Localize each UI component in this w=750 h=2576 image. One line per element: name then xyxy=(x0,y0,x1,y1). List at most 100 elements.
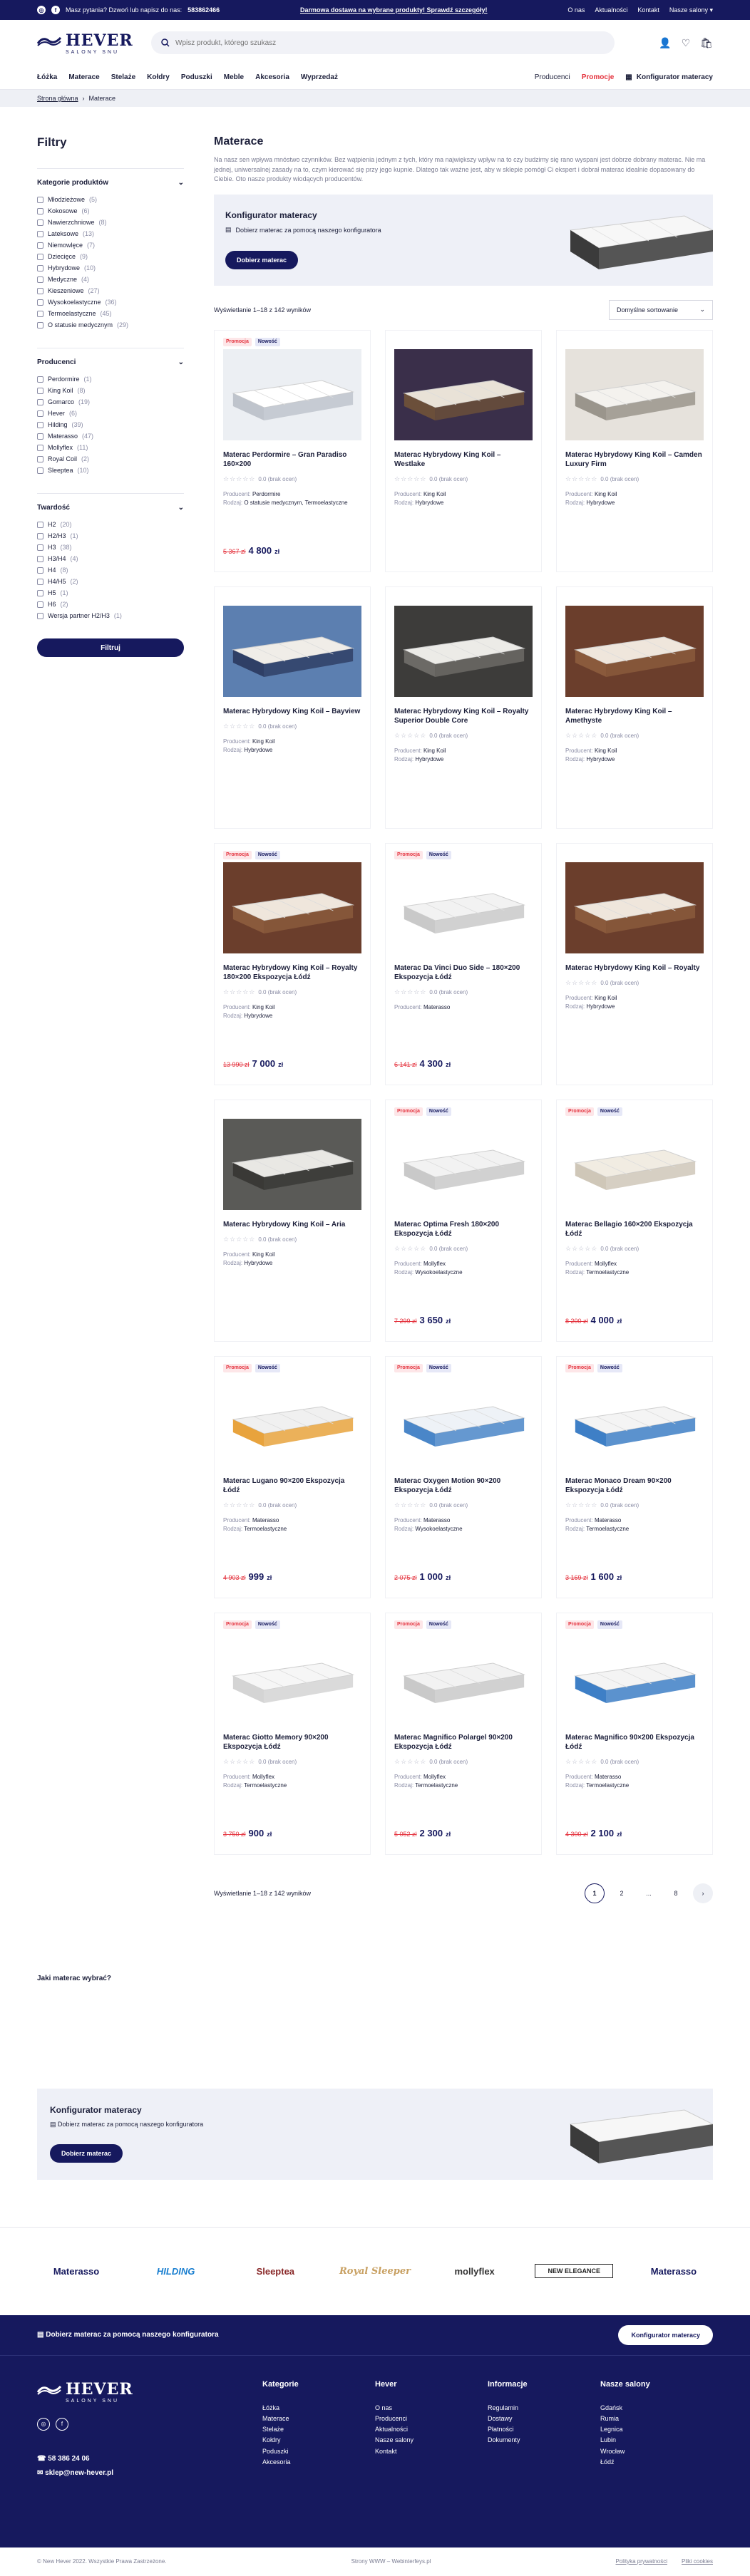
filter-group-header[interactable]: Twardość ⌄ xyxy=(37,504,184,512)
checkbox[interactable] xyxy=(37,410,43,417)
product-image[interactable] xyxy=(394,348,533,440)
product-card[interactable]: Promocja Nowość Materac Hybrydowy King Ko… xyxy=(214,842,371,1085)
nav-item-accessories[interactable]: Akcesoria xyxy=(255,73,289,81)
brand-logo[interactable]: HILDING xyxy=(137,2266,215,2277)
product-image[interactable] xyxy=(394,1375,533,1467)
checkbox[interactable] xyxy=(37,567,43,574)
filter-option[interactable]: H6 (2) xyxy=(37,599,184,610)
product-name[interactable]: Materac Perdormire – Gran Paradiso 160×2… xyxy=(223,450,361,470)
product-name[interactable]: Materac Oxygen Motion 90×200 Ekspozycja … xyxy=(394,1476,533,1496)
cookies-link[interactable]: Pliki cookies xyxy=(682,2558,713,2565)
sort-select[interactable]: Domyślne sortowanie ⌄ xyxy=(609,299,713,320)
nav-item-frames[interactable]: Stelaże xyxy=(111,73,135,81)
product-name[interactable]: Materac Hybrydowy King Koil – Royalty Su… xyxy=(394,707,533,726)
filter-option[interactable]: Royal Coil (2) xyxy=(37,453,184,465)
footer-link[interactable]: Lubin xyxy=(600,2435,713,2446)
filter-option[interactable]: King Koil (8) xyxy=(37,385,184,396)
facebook-icon[interactable]: f xyxy=(56,2417,68,2431)
cart-icon[interactable]: 🛍 xyxy=(700,37,713,49)
product-name[interactable]: Materac Bellagio 160×200 Ekspozycja Łódź xyxy=(565,1220,704,1239)
product-image[interactable] xyxy=(223,862,361,953)
footer-link[interactable]: Materace xyxy=(262,2414,375,2424)
brand-logo[interactable]: Materasso xyxy=(635,2266,713,2277)
checkbox[interactable] xyxy=(37,601,43,608)
filter-option[interactable]: H3 (38) xyxy=(37,542,184,553)
filter-option[interactable]: H4 (8) xyxy=(37,564,184,576)
product-name[interactable]: Materac Hybrydowy King Koil – Camden Lux… xyxy=(565,450,704,470)
footer-link[interactable]: Dostawy xyxy=(488,2414,600,2424)
nav-configurator[interactable]: ▦ Konfigurator materacy xyxy=(625,73,713,81)
filter-option[interactable]: Perdormire (1) xyxy=(37,373,184,385)
footer-link[interactable]: Łódź xyxy=(600,2457,713,2468)
footer-link[interactable]: Gdańsk xyxy=(600,2403,713,2414)
product-image[interactable] xyxy=(565,1631,704,1723)
checkbox[interactable] xyxy=(37,433,43,440)
product-name[interactable]: Materac Hybrydowy King Koil – Amethyste xyxy=(565,707,704,726)
checkbox[interactable] xyxy=(37,219,43,226)
footer-link[interactable]: Wrocław xyxy=(600,2446,713,2457)
product-card[interactable]: Promocja Nowość Materac Da Vinci Duo Side… xyxy=(385,842,542,1085)
brand-logo[interactable]: NEW ELEGANCE xyxy=(535,2264,614,2278)
filter-option[interactable]: Niemowlęce (7) xyxy=(37,239,184,251)
footer-link[interactable]: Nasze salony xyxy=(375,2435,488,2446)
product-card[interactable]: Materac Hybrydowy King Koil – Aria ☆☆☆☆☆ 0… xyxy=(214,1099,371,1342)
footer-logo[interactable]: HEVER SALONY SNU xyxy=(37,2380,133,2404)
product-name[interactable]: Materac Da Vinci Duo Side – 180×200 Eksp… xyxy=(394,963,533,983)
instagram-icon[interactable]: ◎ xyxy=(37,6,46,14)
footer-link[interactable]: Rumia xyxy=(600,2414,713,2424)
footer-link[interactable]: Dokumenty xyxy=(488,2435,600,2446)
checkbox[interactable] xyxy=(37,321,43,329)
checkbox[interactable] xyxy=(37,287,43,294)
checkbox[interactable] xyxy=(37,230,43,237)
product-card[interactable]: Materac Hybrydowy King Koil – Royalty ☆☆☆… xyxy=(556,842,713,1085)
footer-phone[interactable]: ☎ 58 386 24 06 xyxy=(37,2452,262,2466)
checkbox[interactable] xyxy=(37,555,43,562)
filter-button[interactable]: Filtruj xyxy=(37,638,184,657)
brand-logo[interactable]: mollyflex xyxy=(436,2266,514,2277)
filter-option[interactable]: Mollyflex (11) xyxy=(37,442,184,453)
choose-mattress-button[interactable]: Dobierz materac xyxy=(50,2144,123,2163)
brand-logo[interactable]: Sleeptea xyxy=(236,2266,314,2277)
brand-logo[interactable]: Materasso xyxy=(37,2266,115,2277)
checkbox[interactable] xyxy=(37,276,43,283)
product-name[interactable]: Materac Giotto Memory 90×200 Ekspozycja … xyxy=(223,1733,361,1752)
product-name[interactable]: Materac Hybrydowy King Koil – Bayview xyxy=(223,707,361,717)
checkbox[interactable] xyxy=(37,253,43,260)
search-input[interactable] xyxy=(175,38,605,47)
footer-link[interactable]: Aktualności xyxy=(375,2424,488,2435)
privacy-link[interactable]: Polityka prywatności xyxy=(616,2558,667,2565)
footer-link[interactable]: Stelaże xyxy=(262,2424,375,2435)
checkbox[interactable] xyxy=(37,612,43,619)
filter-option[interactable]: Materasso (47) xyxy=(37,430,184,442)
search-icon[interactable] xyxy=(161,38,170,47)
page-1[interactable]: 1 xyxy=(585,1883,605,1903)
nav-item-pillows[interactable]: Poduszki xyxy=(181,73,212,81)
logo[interactable]: HEVER SALONY SNU xyxy=(37,31,133,55)
product-card[interactable]: Materac Hybrydowy King Koil – Camden Lux… xyxy=(556,329,713,572)
filter-option[interactable]: Wersja partner H2/H3 (1) xyxy=(37,610,184,621)
filter-option[interactable]: Medyczne (4) xyxy=(37,274,184,285)
footer-link[interactable]: Poduszki xyxy=(262,2446,375,2457)
checkbox[interactable] xyxy=(37,196,43,203)
facebook-icon[interactable]: f xyxy=(51,6,60,14)
choose-mattress-button[interactable]: Dobierz materac xyxy=(225,251,299,269)
checkbox[interactable] xyxy=(37,299,43,306)
salons-dropdown[interactable]: Nasze salony ▾ xyxy=(669,6,713,14)
filter-option[interactable]: H2/H3 (1) xyxy=(37,530,184,542)
nav-item-mattresses[interactable]: Materace xyxy=(68,73,99,81)
product-card[interactable]: Promocja Nowość Materac Magnifico Polarge… xyxy=(385,1612,542,1855)
footer-link[interactable]: Płatności xyxy=(488,2424,600,2435)
checkbox[interactable] xyxy=(37,544,43,551)
product-card[interactable]: Promocja Nowość Materac Monaco Dream 90×2… xyxy=(556,1355,713,1598)
filter-option[interactable]: Hever (6) xyxy=(37,408,184,419)
product-card[interactable]: Promocja Nowość Materac Magnifico 90×200 … xyxy=(556,1612,713,1855)
filter-option[interactable]: Hilding (39) xyxy=(37,419,184,430)
checkbox[interactable] xyxy=(37,398,43,405)
product-image[interactable] xyxy=(565,1375,704,1467)
product-name[interactable]: Materac Hybrydowy King Koil – Royalty 18… xyxy=(223,963,361,983)
product-card[interactable]: Promocja Nowość Materac Bellagio 160×200 … xyxy=(556,1099,713,1342)
configurator-button[interactable]: Konfigurator materacy xyxy=(618,2324,713,2345)
product-image[interactable] xyxy=(223,1118,361,1210)
product-name[interactable]: Materac Lugano 90×200 Ekspozycja Łódź xyxy=(223,1476,361,1496)
product-image[interactable] xyxy=(565,348,704,440)
